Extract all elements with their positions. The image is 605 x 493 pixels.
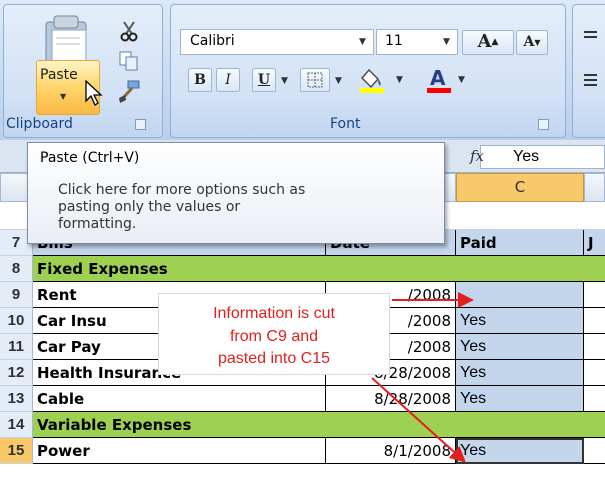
arrow-to-c15 bbox=[371, 377, 466, 463]
annotation-arrows bbox=[371, 292, 474, 463]
